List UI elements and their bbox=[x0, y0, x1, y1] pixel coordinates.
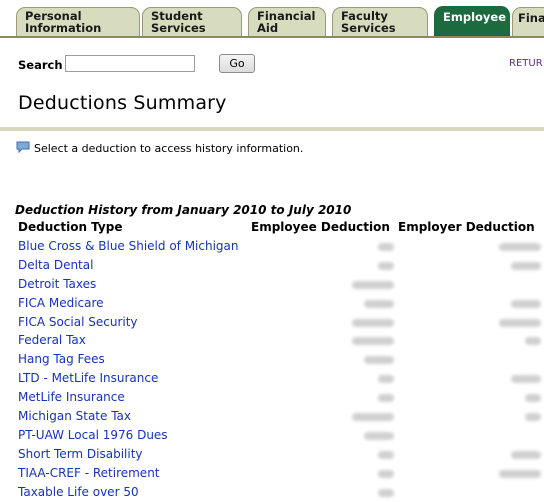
employee-deduction-value-redacted bbox=[378, 488, 394, 497]
employee-deduction-value-redacted bbox=[364, 299, 394, 308]
tab-financial-aid[interactable]: Financial Aid bbox=[248, 7, 326, 36]
deduction-type-link[interactable]: LTD - MetLife Insurance bbox=[18, 371, 158, 385]
deduction-type-link[interactable]: Hang Tag Fees bbox=[18, 352, 105, 366]
tab-label: Finan bbox=[518, 11, 544, 25]
employee-deduction-value-redacted bbox=[378, 450, 394, 459]
tab-label: Services bbox=[151, 21, 206, 35]
search-row: Search Go RETUR bbox=[18, 54, 544, 77]
table-row: Taxable Life over 50 bbox=[0, 484, 544, 502]
employee-deduction-value-redacted bbox=[352, 280, 394, 289]
employee-deduction-value-redacted bbox=[378, 375, 394, 384]
employee-deduction-value-redacted bbox=[364, 356, 394, 365]
deduction-type-link[interactable]: Federal Tax bbox=[18, 333, 86, 347]
deduction-type-link[interactable]: FICA Social Security bbox=[18, 315, 138, 329]
employee-deduction-value-redacted bbox=[378, 261, 394, 270]
deduction-type-link[interactable]: MetLife Insurance bbox=[18, 390, 125, 404]
go-button[interactable]: Go bbox=[219, 54, 255, 73]
table-row: PT-UAW Local 1976 Dues bbox=[0, 427, 544, 446]
deduction-type-link[interactable]: Michigan State Tax bbox=[18, 409, 131, 423]
employer-deduction-value-redacted bbox=[499, 469, 541, 478]
table-row: TIAA-CREF - Retirement bbox=[0, 465, 544, 484]
table-row: FICA Social Security bbox=[0, 314, 544, 333]
employee-deduction-value-redacted bbox=[352, 318, 394, 327]
deduction-type-link[interactable]: Blue Cross & Blue Shield of Michigan bbox=[18, 239, 239, 253]
deduction-type-link[interactable]: Taxable Life over 50 bbox=[18, 485, 139, 499]
employee-deduction-value-redacted bbox=[364, 431, 394, 440]
table-row: Michigan State Tax bbox=[0, 408, 544, 427]
table-row: Blue Cross & Blue Shield of Michigan bbox=[0, 238, 544, 257]
employer-deduction-value-redacted bbox=[511, 299, 541, 308]
employer-deduction-value-redacted bbox=[511, 450, 541, 459]
title-divider bbox=[0, 127, 544, 131]
employee-deduction-value-redacted bbox=[352, 337, 394, 346]
table-row: Federal Tax bbox=[0, 332, 544, 351]
employee-deduction-value-redacted bbox=[378, 469, 394, 478]
search-label: Search bbox=[18, 58, 63, 72]
return-to-menu-link[interactable]: RETUR bbox=[509, 58, 543, 69]
table-row: Delta Dental bbox=[0, 257, 544, 276]
deduction-table: Blue Cross & Blue Shield of Michigan Delt… bbox=[0, 238, 544, 502]
employer-deduction-value-redacted bbox=[525, 413, 541, 422]
employee-deduction-value-redacted bbox=[378, 243, 394, 251]
deduction-type-link[interactable]: PT-UAW Local 1976 Dues bbox=[18, 428, 168, 442]
tab-student-services[interactable]: Student Services bbox=[142, 7, 242, 36]
tab-label: Information bbox=[25, 21, 102, 35]
table-row: FICA Medicare bbox=[0, 295, 544, 314]
employer-deduction-value-redacted bbox=[511, 261, 541, 270]
employer-deduction-value-redacted bbox=[525, 337, 541, 346]
tab-personal-information[interactable]: Personal Information bbox=[16, 7, 140, 36]
deduction-type-link[interactable]: Detroit Taxes bbox=[18, 277, 96, 291]
tab-employee[interactable]: Employee bbox=[434, 6, 510, 38]
column-header-deduction-type: Deduction Type bbox=[18, 220, 123, 234]
table-row: Detroit Taxes bbox=[0, 276, 544, 295]
tab-label: Employee bbox=[443, 10, 507, 24]
tab-label: Services bbox=[341, 21, 396, 35]
employer-deduction-value-redacted bbox=[511, 375, 541, 384]
history-heading: Deduction History from January 2010 to J… bbox=[15, 203, 352, 217]
tab-bar: Personal Information Student Services Fi… bbox=[0, 0, 544, 38]
employee-deduction-value-redacted bbox=[378, 394, 394, 403]
employee-deduction-value-redacted bbox=[352, 413, 394, 422]
deduction-type-link[interactable]: Short Term Disability bbox=[18, 447, 143, 461]
column-header-employee-deduction: Employee Deduction bbox=[251, 220, 390, 234]
info-text: Select a deduction to access history inf… bbox=[34, 142, 304, 155]
column-header-employer-deduction: Employer Deduction bbox=[398, 220, 535, 234]
speech-bubble-icon bbox=[16, 141, 30, 153]
tab-finance[interactable]: Finan bbox=[512, 7, 544, 36]
table-row: Hang Tag Fees bbox=[0, 351, 544, 370]
table-row: LTD - MetLife Insurance bbox=[0, 370, 544, 389]
tab-label: Aid bbox=[257, 21, 279, 35]
employer-deduction-value-redacted bbox=[525, 394, 541, 403]
tab-faculty-services[interactable]: Faculty Services bbox=[332, 7, 428, 36]
deduction-type-link[interactable]: FICA Medicare bbox=[18, 296, 104, 310]
table-row: MetLife Insurance bbox=[0, 389, 544, 408]
deduction-type-link[interactable]: Delta Dental bbox=[18, 258, 93, 272]
table-row: Short Term Disability bbox=[0, 446, 544, 465]
employer-deduction-value-redacted bbox=[499, 318, 541, 327]
employer-deduction-value-redacted bbox=[499, 243, 541, 251]
page-title: Deductions Summary bbox=[18, 92, 227, 114]
search-input[interactable] bbox=[65, 55, 195, 72]
deduction-type-link[interactable]: TIAA-CREF - Retirement bbox=[18, 466, 160, 480]
